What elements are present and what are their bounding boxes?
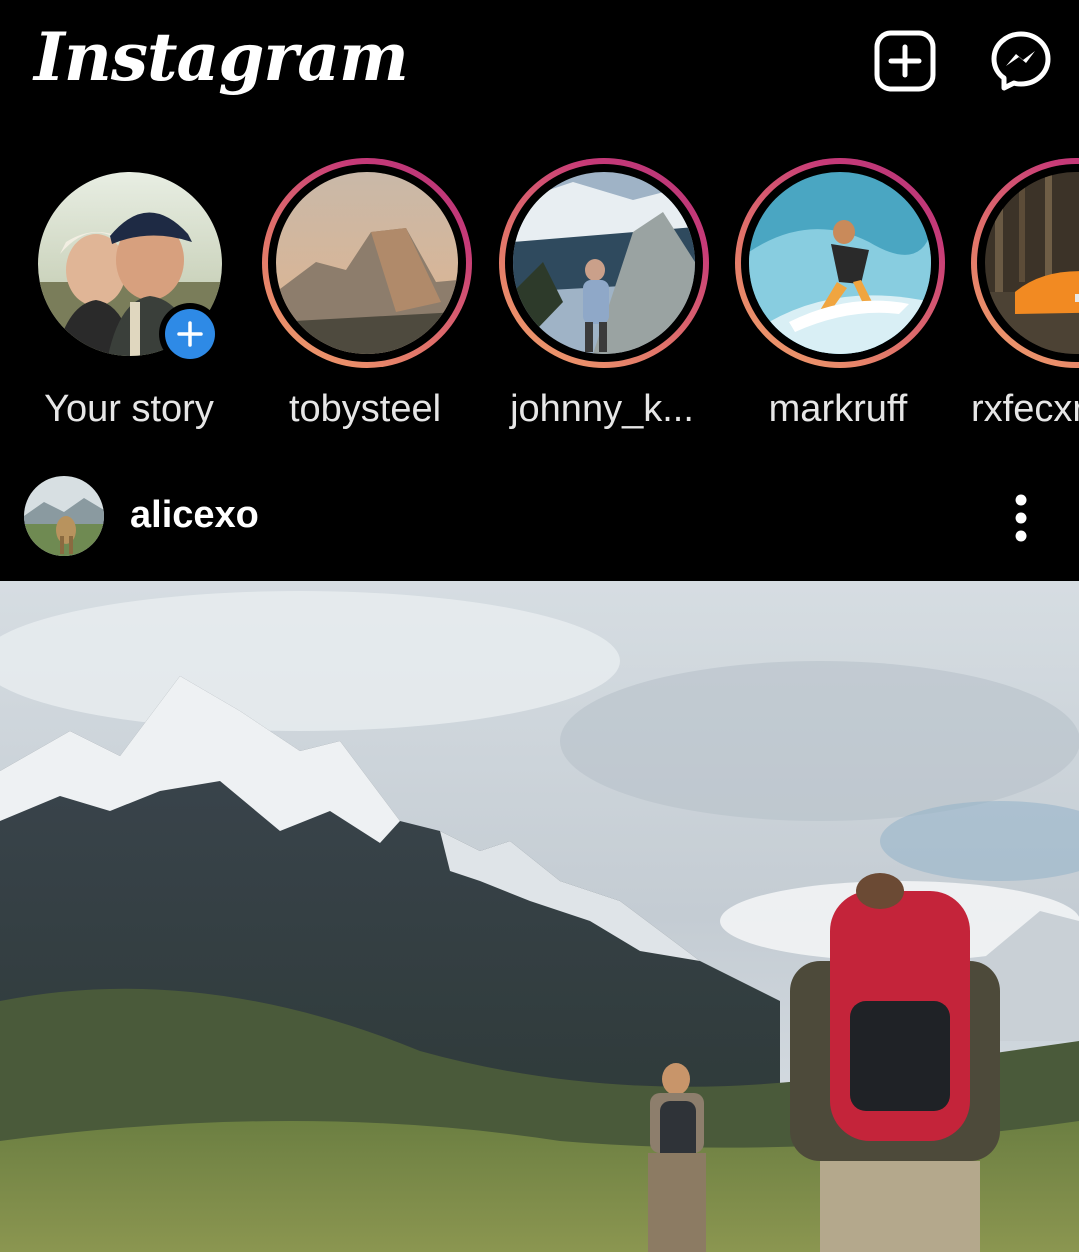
story-ring xyxy=(262,158,472,368)
post-author-avatar[interactable] xyxy=(24,476,104,556)
avatar xyxy=(985,172,1079,354)
story-label: johnny_k... xyxy=(510,388,694,430)
story-markruff[interactable]: markruff xyxy=(723,150,953,440)
post-username[interactable]: alicexo xyxy=(130,494,259,537)
instagram-feed: Instagram Your story tobysteel johnny_k.… xyxy=(0,0,1079,1252)
story-label: Your story xyxy=(44,388,214,430)
avatar xyxy=(749,172,931,354)
story-ring xyxy=(971,158,1079,368)
story-rxfecxr[interactable]: rxfecxr xyxy=(959,150,1079,440)
add-story-badge[interactable] xyxy=(159,303,221,365)
plus-square-icon xyxy=(874,30,936,92)
story-johnny[interactable]: johnny_k... xyxy=(487,150,717,440)
story-label: tobysteel xyxy=(288,388,442,430)
story-ring xyxy=(499,158,709,368)
more-vertical-icon xyxy=(1015,494,1027,542)
top-bar: Instagram xyxy=(0,0,1079,140)
avatar xyxy=(513,172,695,354)
story-label: rxfecxr xyxy=(971,388,1079,430)
story-your-story[interactable]: Your story xyxy=(0,150,230,440)
story-ring xyxy=(735,158,945,368)
avatar xyxy=(276,172,458,354)
plus-icon xyxy=(177,321,203,347)
stories-tray: Your story tobysteel johnny_k... markruf… xyxy=(0,150,1079,450)
messenger-button[interactable] xyxy=(988,28,1054,94)
post-more-button[interactable] xyxy=(996,488,1046,548)
post-header: alicexo xyxy=(0,470,1079,570)
story-tobysteel[interactable]: tobysteel xyxy=(250,150,480,440)
post-image[interactable] xyxy=(0,581,1079,1252)
instagram-logo[interactable]: Instagram xyxy=(34,18,409,96)
messenger-icon xyxy=(991,31,1051,91)
story-label: markruff xyxy=(768,388,908,430)
new-post-button[interactable] xyxy=(872,28,938,94)
